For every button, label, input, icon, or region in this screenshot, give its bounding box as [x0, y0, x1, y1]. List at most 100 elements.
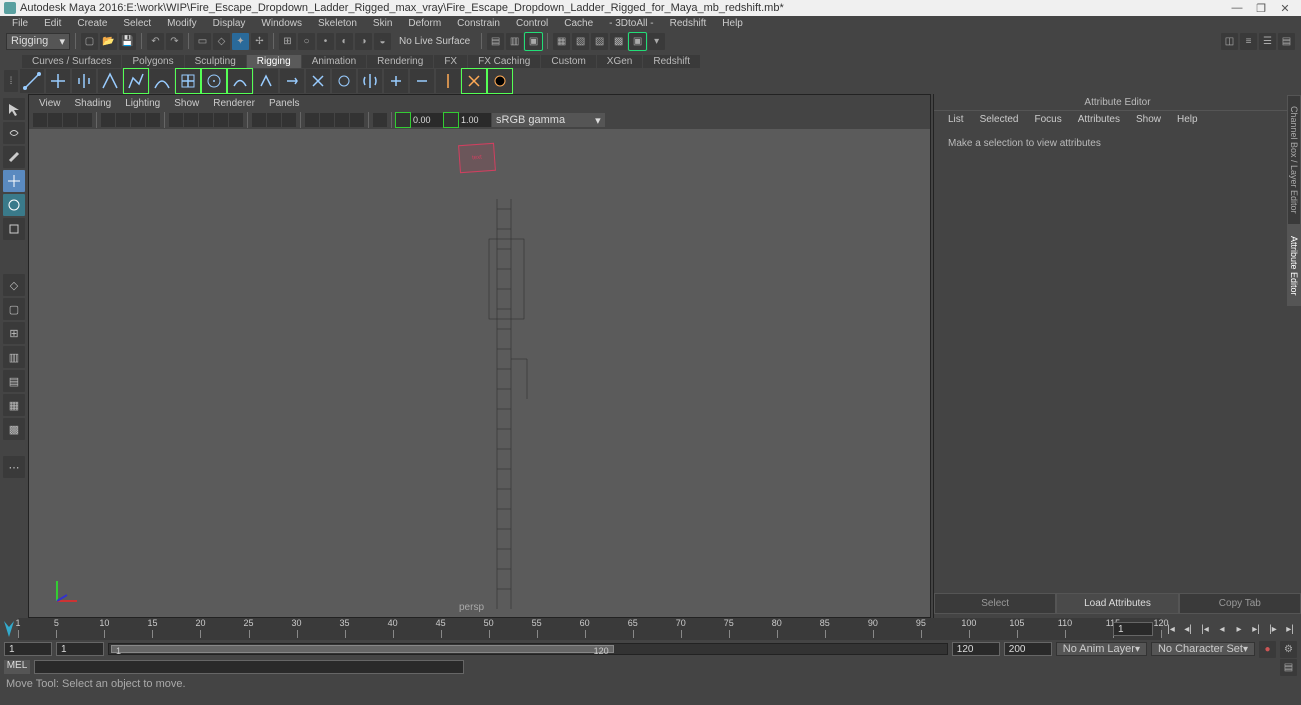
step-back-key-button[interactable]: ◂| [1181, 622, 1195, 636]
vp-resolution-gate-icon[interactable] [131, 113, 145, 127]
menu-control[interactable]: Control [508, 18, 556, 29]
redo-icon[interactable]: ↷ [166, 33, 183, 50]
vp-isolate-icon[interactable] [252, 113, 266, 127]
close-button[interactable]: ✕ [1273, 2, 1297, 15]
menu-modify[interactable]: Modify [159, 18, 204, 29]
layout-persp-icon[interactable]: ▦ [3, 394, 25, 416]
current-frame-field[interactable]: 1 [1113, 622, 1153, 636]
anim-start-field[interactable]: 1 [4, 642, 52, 656]
vp-wireframe-icon[interactable] [169, 113, 183, 127]
render-icon[interactable]: ▣ [525, 33, 542, 50]
remove-influence-icon[interactable] [410, 69, 434, 93]
play-start-field[interactable]: 1 [56, 642, 104, 656]
menu-select[interactable]: Select [115, 18, 159, 29]
vp-gate-mask-icon[interactable] [146, 113, 160, 127]
mirror-weights-icon[interactable] [358, 69, 382, 93]
menu-skin[interactable]: Skin [365, 18, 400, 29]
render-settings-icon[interactable]: ▨ [591, 33, 608, 50]
ae-tab-copy[interactable]: Copy Tab [1179, 593, 1301, 614]
vp-dof-icon[interactable] [373, 113, 387, 127]
panel-layout-icon[interactable]: ▣ [629, 33, 646, 50]
menu-help[interactable]: Help [714, 18, 751, 29]
menu-windows[interactable]: Windows [253, 18, 310, 29]
attribute-editor-toggle-icon[interactable]: ▤ [1278, 33, 1295, 50]
vp-lights-icon[interactable] [214, 113, 228, 127]
vp-far-clip-icon[interactable] [444, 113, 458, 127]
menu-constrain[interactable]: Constrain [449, 18, 508, 29]
shelf-tab-custom[interactable]: Custom [541, 55, 595, 68]
menu-create[interactable]: Create [69, 18, 115, 29]
layout-single-icon[interactable]: ▢ [3, 298, 25, 320]
construction-history-icon[interactable]: ▤ [487, 33, 504, 50]
mirror-joint-icon[interactable] [72, 69, 96, 93]
vp-near-clip-field[interactable]: 0.00 [411, 113, 443, 127]
select-tool[interactable] [3, 98, 25, 120]
ae-menu-attributes[interactable]: Attributes [1070, 114, 1128, 125]
menu-display[interactable]: Display [205, 18, 254, 29]
shelf-tab-curves[interactable]: Curves / Surfaces [22, 55, 121, 68]
layout-two-icon[interactable]: ▥ [3, 346, 25, 368]
step-forward-button[interactable]: ▸| [1249, 622, 1263, 636]
vp-grid-icon[interactable] [101, 113, 115, 127]
shelf-tab-fx[interactable]: FX [434, 55, 467, 68]
interactive-bind-icon[interactable] [280, 69, 304, 93]
render-view-icon[interactable]: ▦ [553, 33, 570, 50]
menu-skeleton[interactable]: Skeleton [310, 18, 365, 29]
menu-edit[interactable]: Edit [36, 18, 69, 29]
blend-shape-icon[interactable] [228, 69, 252, 93]
snap-live-icon[interactable]: ◒ [374, 33, 391, 50]
orient-joint-icon[interactable] [98, 69, 122, 93]
prefs-icon[interactable]: ⚙ [1280, 641, 1297, 658]
menu-cache[interactable]: Cache [556, 18, 601, 29]
menu-deform[interactable]: Deform [400, 18, 449, 29]
maya-home-icon[interactable] [2, 619, 16, 639]
vp-xray-icon[interactable] [267, 113, 281, 127]
layout-hypershade-icon[interactable]: ▩ [3, 418, 25, 440]
ae-tab-select[interactable]: Select [934, 593, 1056, 614]
detach-skin-icon[interactable] [306, 69, 330, 93]
shelf-tab-sculpting[interactable]: Sculpting [185, 55, 246, 68]
vp-image-plane-icon[interactable] [63, 113, 77, 127]
paint-select-icon[interactable]: ✦ [232, 33, 249, 50]
side-tab-attribute-editor[interactable]: Attribute Editor [1287, 225, 1301, 307]
shelf-tab-fxcaching[interactable]: FX Caching [468, 55, 540, 68]
vp-menu-show[interactable]: Show [168, 98, 205, 109]
step-forward-key-button[interactable]: |▸ [1266, 622, 1280, 636]
vp-menu-lighting[interactable]: Lighting [119, 98, 166, 109]
vp-motion-blur-icon[interactable] [335, 113, 349, 127]
shelf-tab-rigging[interactable]: Rigging [247, 55, 301, 68]
add-influence-icon[interactable] [384, 69, 408, 93]
insert-joint-icon[interactable] [46, 69, 70, 93]
create-lattice-icon[interactable] [176, 69, 200, 93]
constraint-point-icon[interactable] [462, 69, 486, 93]
range-slider-track[interactable]: 1120 [108, 643, 948, 655]
vp-textured-icon[interactable] [199, 113, 213, 127]
vp-bookmark-icon[interactable] [48, 113, 62, 127]
paint-select-tool[interactable] [3, 146, 25, 168]
vp-ao-icon[interactable] [320, 113, 334, 127]
vp-near-clip-icon[interactable] [396, 113, 410, 127]
anim-layer-dropdown[interactable]: No Anim Layer ▾ [1056, 642, 1147, 656]
maximize-button[interactable]: ❐ [1249, 2, 1273, 15]
constraint-parent-icon[interactable] [436, 69, 460, 93]
ae-menu-selected[interactable]: Selected [972, 114, 1027, 125]
ae-menu-list[interactable]: List [940, 114, 972, 125]
layout-outliner-icon[interactable]: ▤ [3, 370, 25, 392]
viewport[interactable]: text per [29, 129, 930, 617]
snap-icon[interactable]: ✢ [251, 33, 268, 50]
ik-handle-icon[interactable] [124, 69, 148, 93]
smooth-bind-icon[interactable] [254, 69, 278, 93]
lasso-icon[interactable]: ◇ [213, 33, 230, 50]
snap-view-icon[interactable]: ◑ [355, 33, 372, 50]
shelf-tab-polygons[interactable]: Polygons [122, 55, 183, 68]
vp-menu-renderer[interactable]: Renderer [207, 98, 261, 109]
cluster-icon[interactable] [202, 69, 226, 93]
vp-2d-pan-icon[interactable] [78, 113, 92, 127]
play-forward-button[interactable]: ▸ [1232, 622, 1246, 636]
channelbox-toggle-icon[interactable]: ≡ [1240, 33, 1257, 50]
ae-menu-help[interactable]: Help [1169, 114, 1206, 125]
vp-shaded-icon[interactable] [184, 113, 198, 127]
rotate-tool[interactable] [3, 194, 25, 216]
layout-icon[interactable]: ▾ [648, 33, 665, 50]
time-slider[interactable]: 1510152025303540455055606570758085909510… [0, 618, 1301, 640]
